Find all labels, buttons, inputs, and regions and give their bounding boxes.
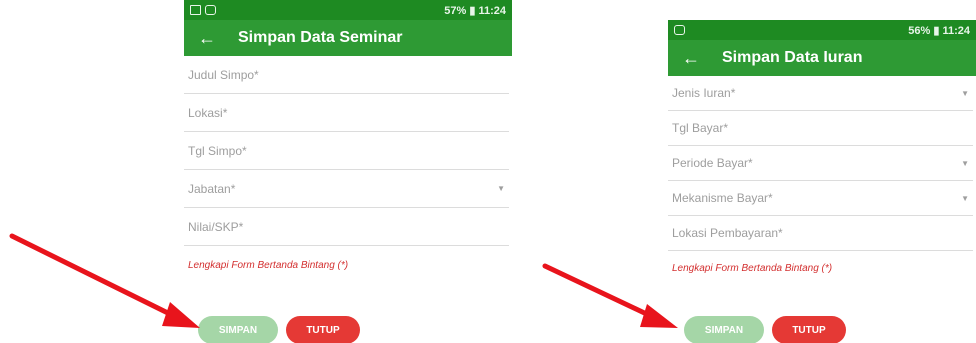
arrow-right xyxy=(542,263,678,328)
annotation-arrows xyxy=(9,233,678,328)
arrow-left xyxy=(9,233,200,328)
